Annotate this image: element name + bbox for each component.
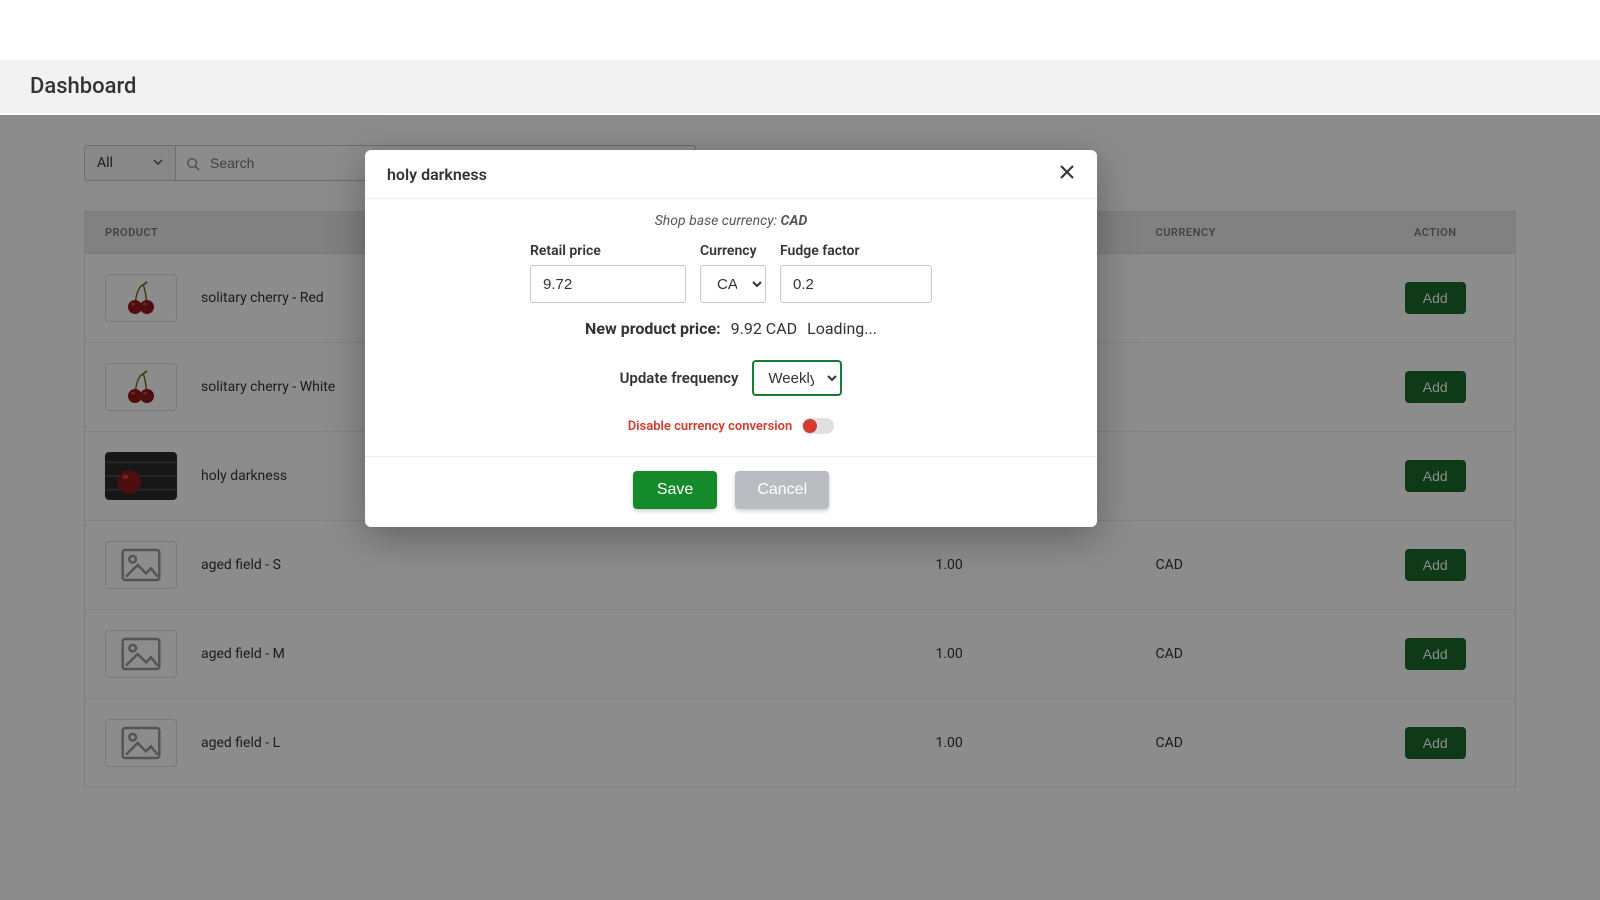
- currency-label: Currency: [700, 243, 766, 259]
- page-header: Dashboard: [0, 60, 1600, 113]
- price-form-row: Retail price Currency CAD Fudge factor: [387, 243, 1075, 303]
- frequency-label: Update frequency: [620, 369, 739, 387]
- top-whitespace: [0, 0, 1600, 60]
- toggle-knob: [803, 419, 817, 433]
- base-currency-note: Shop base currency: CAD: [387, 213, 1075, 229]
- frequency-select[interactable]: Weekly: [752, 360, 842, 396]
- new-price-loading: Loading...: [807, 319, 877, 338]
- fudge-label: Fudge factor: [780, 243, 932, 259]
- modal-body: Shop base currency: CAD Retail price Cur…: [365, 199, 1097, 456]
- close-icon[interactable]: [1059, 164, 1075, 184]
- fudge-input[interactable]: [780, 265, 932, 303]
- disable-conversion-toggle[interactable]: [802, 418, 834, 434]
- new-price-row: New product price: 9.92 CAD Loading...: [387, 319, 1075, 338]
- new-price-value: 9.92 CAD: [731, 319, 798, 338]
- currency-group: Currency CAD: [700, 243, 766, 303]
- modal-footer: Save Cancel: [365, 456, 1097, 527]
- fudge-group: Fudge factor: [780, 243, 932, 303]
- save-button[interactable]: Save: [633, 471, 717, 509]
- disable-conversion-row: Disable currency conversion: [387, 418, 1075, 434]
- retail-price-input[interactable]: [530, 265, 686, 303]
- base-currency-value: CAD: [780, 213, 807, 229]
- cancel-button[interactable]: Cancel: [735, 471, 829, 509]
- currency-select[interactable]: CAD: [700, 265, 766, 303]
- product-modal: holy darkness Shop base currency: CAD Re…: [365, 150, 1097, 527]
- disable-conversion-label: Disable currency conversion: [628, 419, 793, 434]
- frequency-row: Update frequency Weekly: [387, 360, 1075, 396]
- new-price-label: New product price:: [585, 319, 721, 338]
- retail-price-group: Retail price: [530, 243, 686, 303]
- page-title: Dashboard: [30, 74, 1570, 99]
- retail-price-label: Retail price: [530, 243, 686, 259]
- modal-title: holy darkness: [387, 165, 487, 184]
- base-currency-label: Shop base currency:: [655, 213, 781, 229]
- modal-header: holy darkness: [365, 150, 1097, 199]
